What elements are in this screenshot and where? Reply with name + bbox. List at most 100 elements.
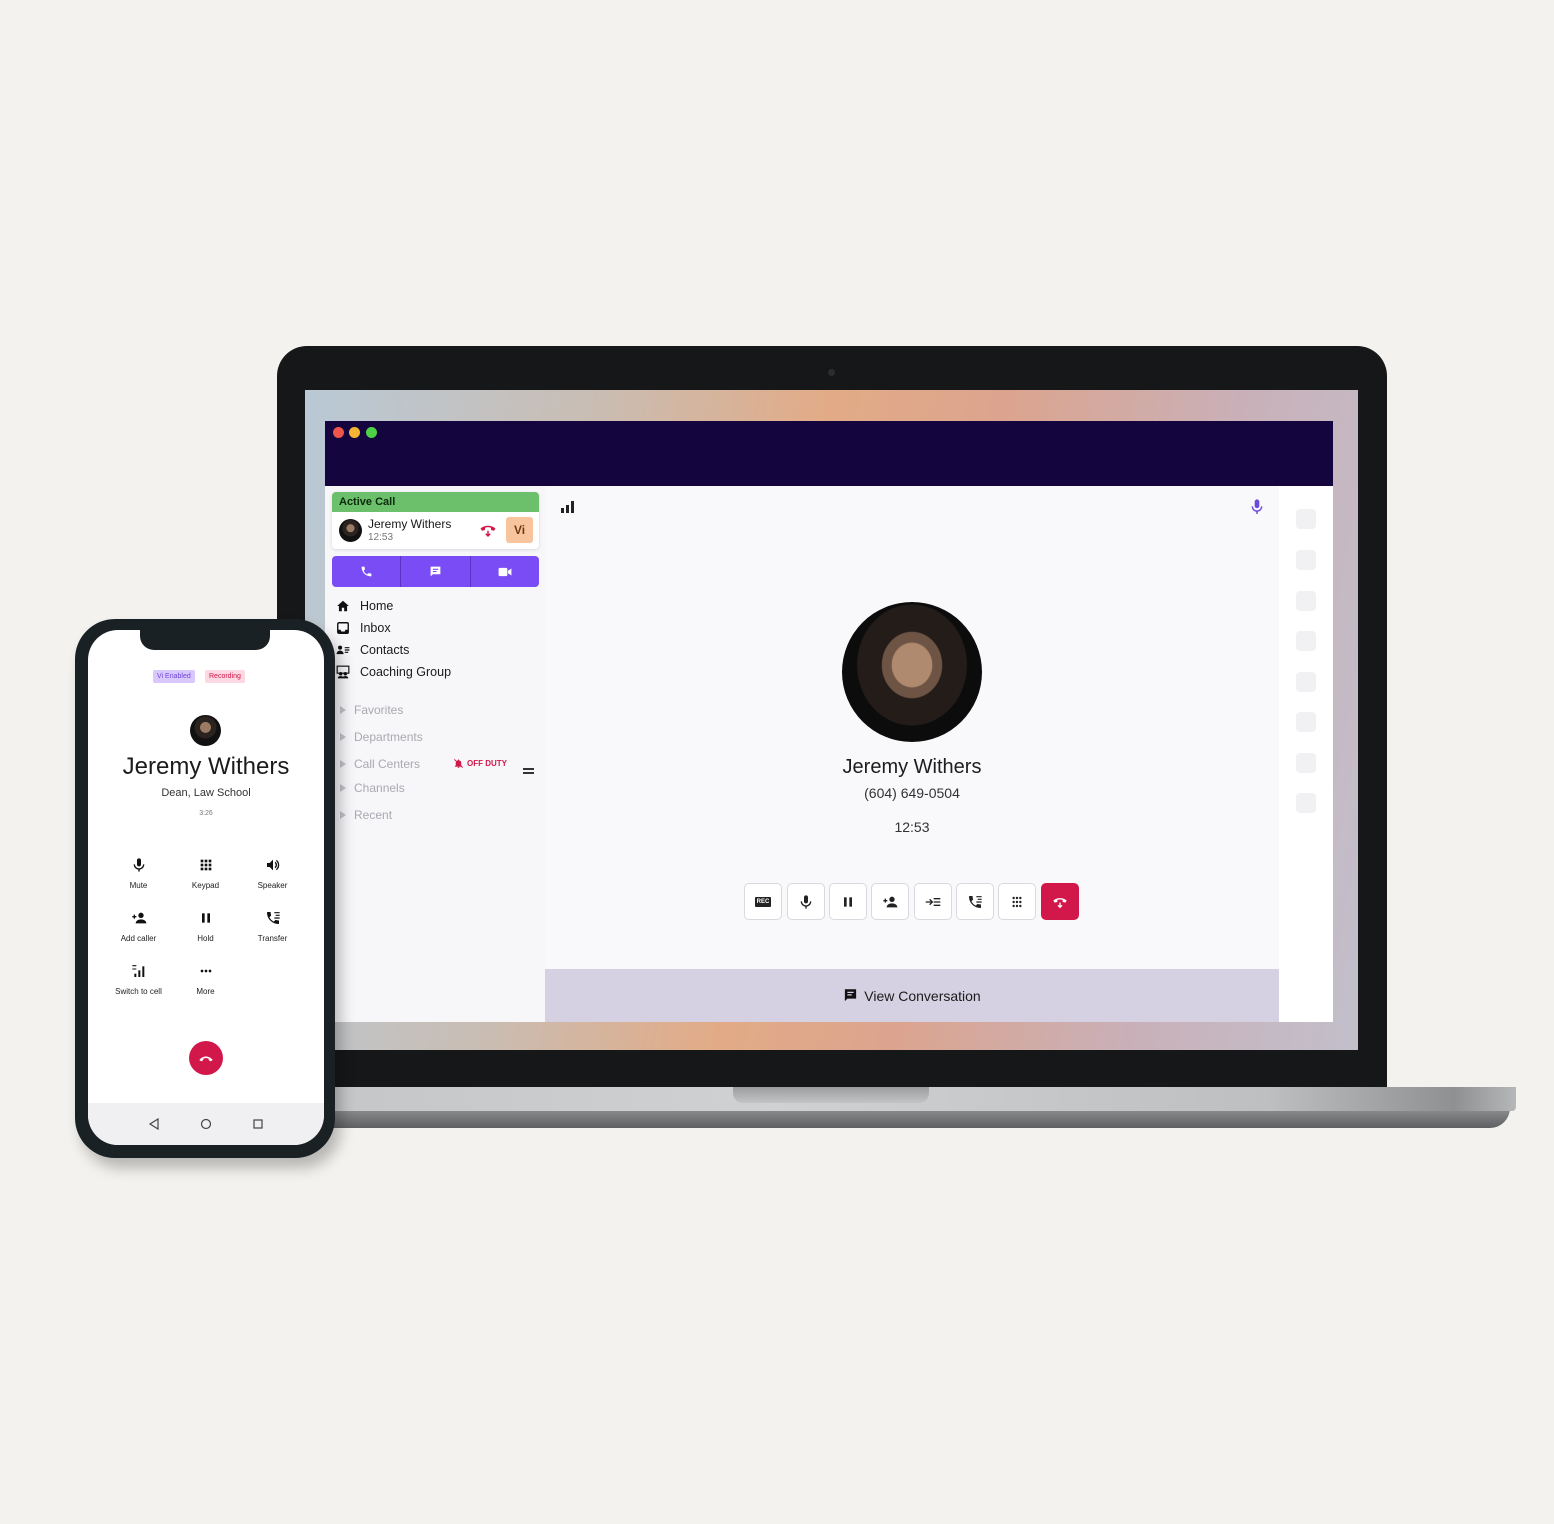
phone-caller-name: Jeremy Withers [122,753,290,780]
android-nav-bar [88,1103,324,1145]
off-duty-status[interactable]: OFF DUTY [453,758,507,769]
maximize-window-button[interactable] [366,427,377,438]
caller-avatar [339,519,362,542]
phone-more-button[interactable]: More [172,963,239,996]
phone-add-caller-button[interactable]: Add caller [105,910,172,943]
phone-notch [140,630,270,650]
record-icon: REC [754,896,772,907]
recents-square-icon[interactable] [252,1118,264,1130]
recording-badge: Recording [205,670,245,683]
call-panel: Jeremy Withers (604) 649-0504 12:53 REC [545,486,1279,1022]
bell-off-icon [454,759,463,769]
video-button[interactable] [471,556,539,587]
nav-contacts-label: Contacts [360,643,410,657]
message-button[interactable] [401,556,471,587]
nav-home[interactable]: Home [336,596,536,616]
expand-triangle-icon [340,760,346,768]
phone-mute-button[interactable]: Mute [105,857,172,890]
transfer-button[interactable] [956,883,994,920]
placeholder-item [1296,672,1316,692]
pause-icon [201,913,210,923]
microphone-status-icon[interactable] [1250,498,1264,521]
hang-up-icon [1053,897,1067,908]
add-person-icon [883,896,898,907]
keypad-icon [200,859,211,871]
active-call-card[interactable]: Active Call Jeremy Withers 12:53 Vi [332,492,539,549]
placeholder-item [1296,753,1316,773]
mute-button[interactable] [787,883,825,920]
phone-call-timer: 3:26 [199,810,213,817]
sidebar: Active Call Jeremy Withers 12:53 Vi Home [325,486,545,1022]
switch-to-cell-label: Switch to cell [115,987,162,996]
caller-name: Jeremy Withers [842,756,982,778]
placeholder-item [1296,712,1316,732]
section-channels-label: Channels [354,781,405,795]
hang-up-button[interactable] [1041,883,1079,920]
add-person-icon [131,912,146,924]
microphone-icon [800,894,812,909]
vi-badge[interactable]: Vi [506,517,533,543]
phone-end-call-button[interactable] [189,1041,223,1075]
section-channels[interactable]: Channels [340,779,405,797]
phone-keypad-button[interactable]: Keypad [172,857,239,890]
hold-button[interactable] [829,883,867,920]
minimize-window-button[interactable] [349,427,360,438]
hang-up-icon[interactable] [479,522,497,543]
view-conversation-button[interactable]: View Conversation [545,969,1279,1022]
active-call-header: Active Call [332,492,539,512]
phone-speaker-button[interactable]: Speaker [239,857,306,890]
microphone-icon [133,858,144,872]
app-window: Active Call Jeremy Withers 12:53 Vi Home [325,421,1333,1022]
keypad-icon [1012,896,1022,907]
nav-contacts[interactable]: Contacts [336,640,536,660]
coaching-group-icon [336,665,350,679]
section-favorites[interactable]: Favorites [340,701,403,719]
nav-inbox[interactable]: Inbox [336,618,536,638]
phone-switch-to-cell-button[interactable]: Switch to cell [105,963,172,996]
call-timer: 12:53 [894,819,930,835]
placeholder-item [1296,550,1316,570]
laptop-hinge-notch [733,1087,929,1103]
section-call-centers[interactable]: Call Centers [340,755,420,773]
mute-label: Mute [129,881,148,890]
merge-button[interactable] [914,883,952,920]
drag-handle-icon[interactable] [523,761,534,779]
hold-label: Hold [197,934,214,943]
phone-caller-avatar [190,715,221,746]
add-caller-button[interactable] [871,883,909,920]
placeholder-item [1296,509,1316,529]
section-call-centers-label: Call Centers [354,757,421,771]
active-call-duration: 12:53 [368,532,394,543]
phone-hold-button[interactable]: Hold [172,910,239,943]
title-bar [325,421,1333,486]
nav-home-label: Home [360,599,394,613]
record-button[interactable]: REC [744,883,782,920]
view-conversation-label: View Conversation [864,987,981,1004]
nav-coaching-group[interactable]: Coaching Group [336,662,536,682]
pause-icon [844,896,852,907]
back-icon[interactable] [148,1118,160,1130]
inbox-icon [337,622,349,634]
phone-transfer-icon [969,895,982,908]
section-departments[interactable]: Departments [340,728,423,746]
more-dots-icon [200,969,211,973]
section-recent[interactable]: Recent [340,806,392,824]
phone-transfer-button[interactable]: Transfer [239,910,306,943]
keypad-button[interactable] [998,883,1036,920]
video-icon [498,567,512,576]
conversation-icon [845,989,857,1002]
home-icon [337,600,349,612]
expand-triangle-icon [340,811,346,819]
laptop-base-shadow [280,1108,1510,1128]
off-duty-label: OFF DUTY [467,759,507,768]
close-window-button[interactable] [333,427,344,438]
call-button[interactable] [332,556,402,587]
signal-strength-icon [561,500,575,518]
phone-screen: Vi Enabled Recording Jeremy Withers Dean… [88,630,324,1145]
keypad-label: Keypad [191,881,220,890]
speaker-label: Speaker [257,881,288,890]
phone-transfer-icon [266,912,280,924]
caller-phone: (604) 649-0504 [864,785,960,801]
home-circle-icon[interactable] [200,1118,212,1130]
section-recent-label: Recent [354,808,393,822]
